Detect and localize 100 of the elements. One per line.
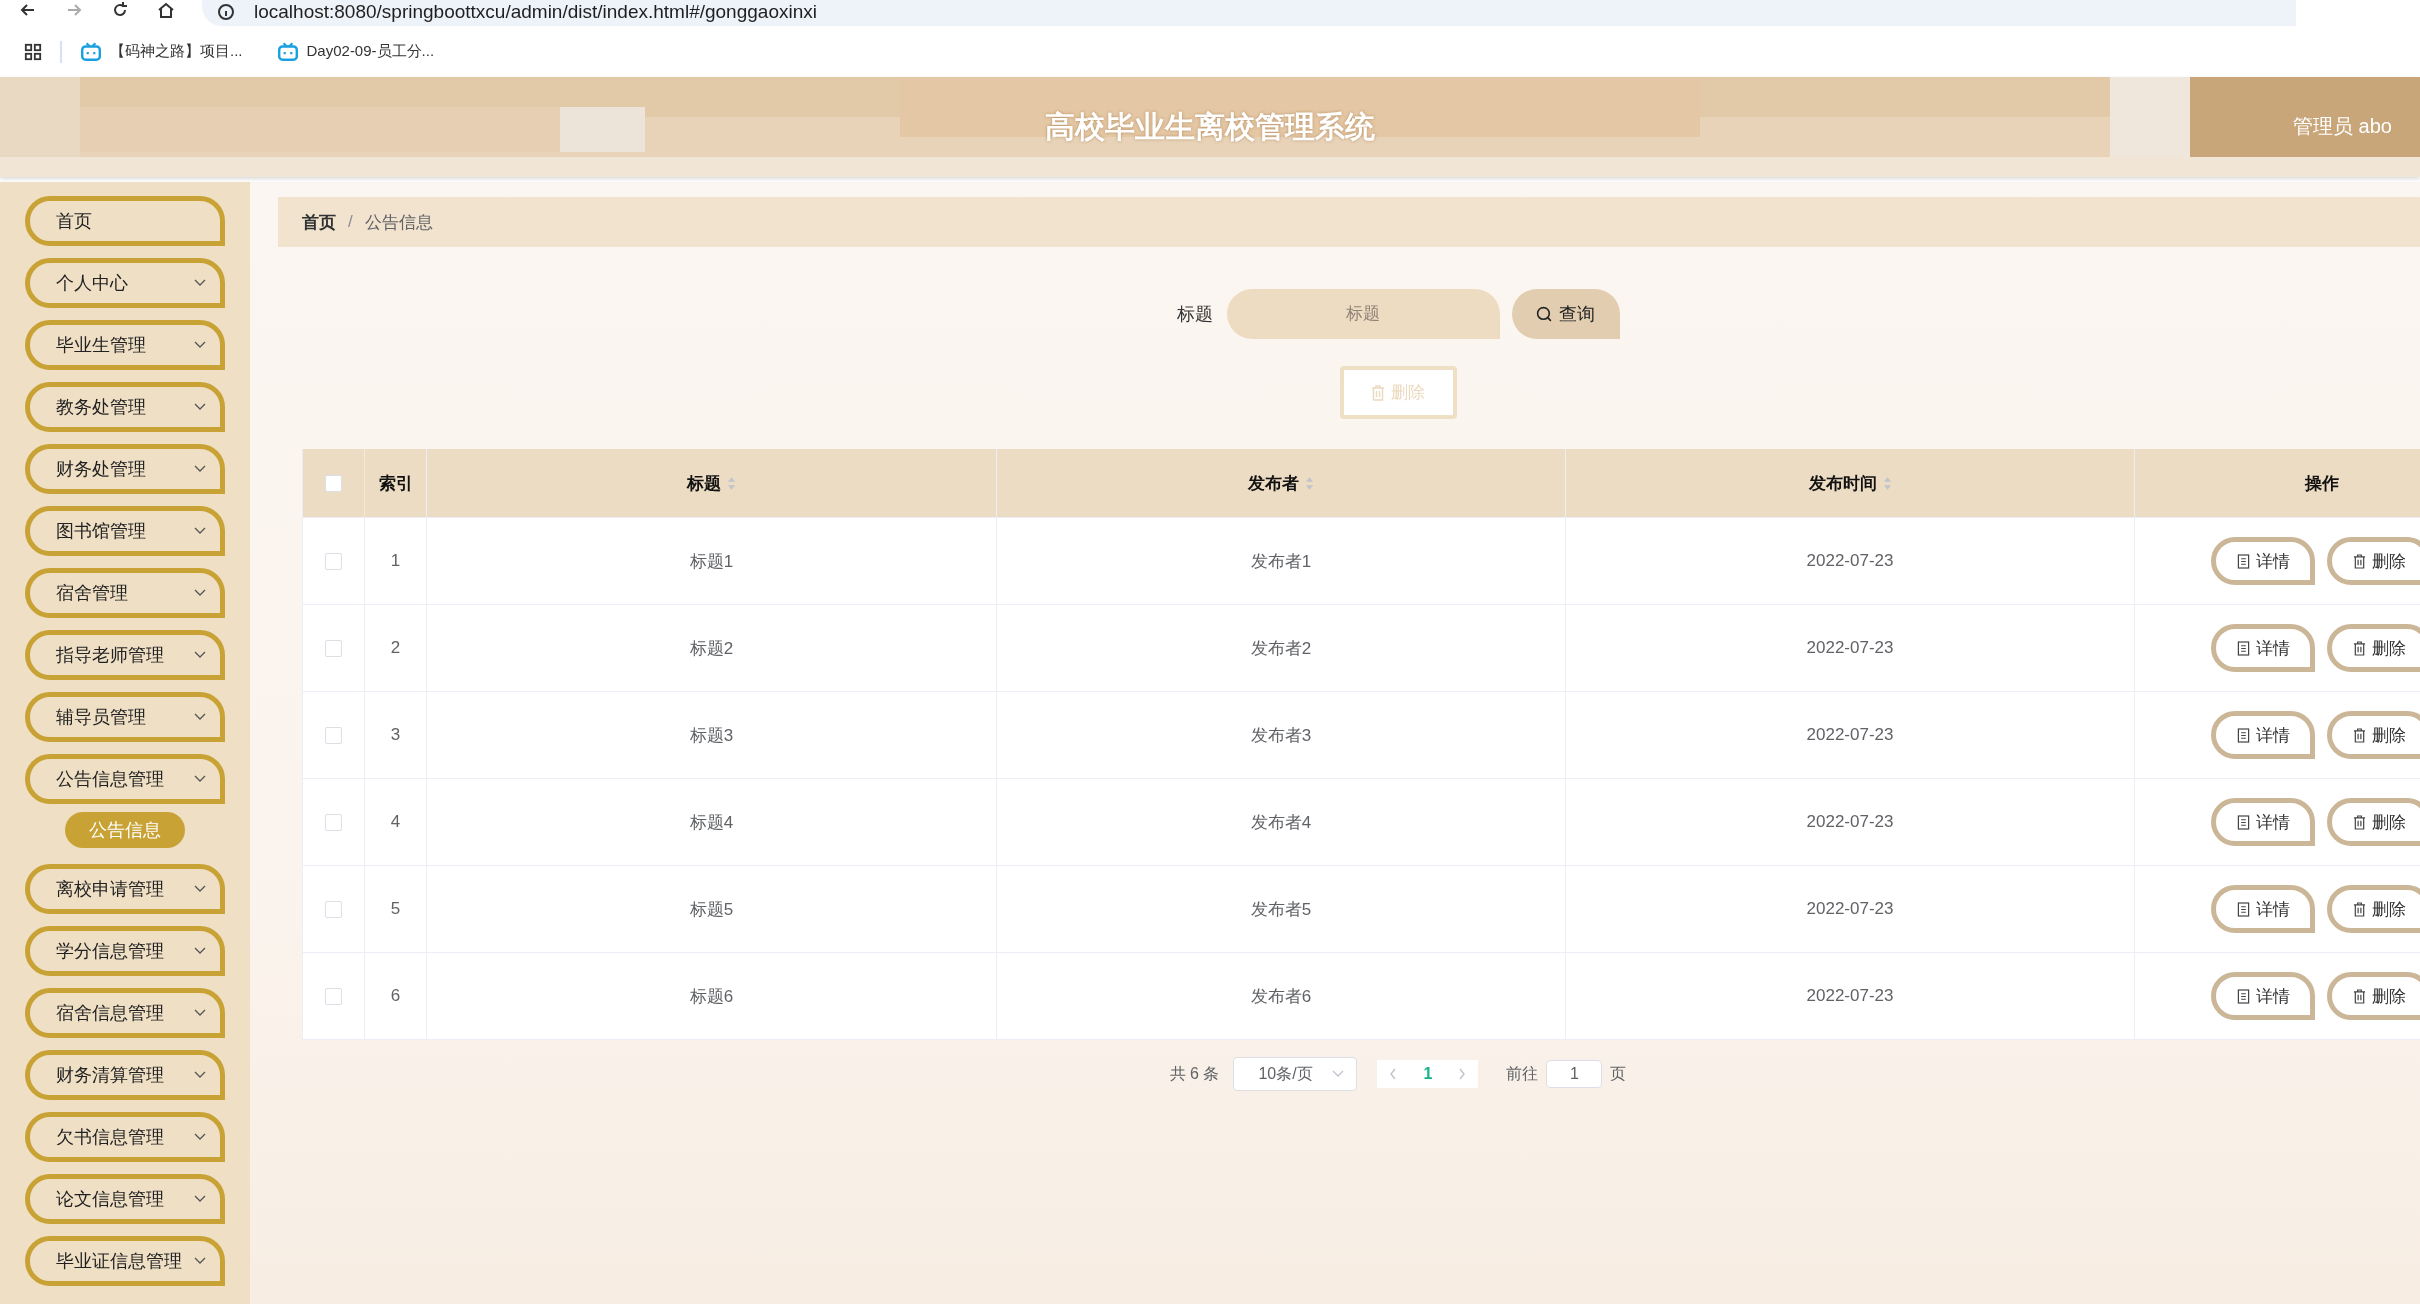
next-page-icon[interactable] [1458, 1068, 1467, 1080]
table-cell-text: 发布者4 [1250, 811, 1312, 834]
search-field[interactable]: 标题 [1226, 289, 1500, 339]
page-input[interactable]: 1 [1546, 1060, 1603, 1088]
chevron-icon [194, 885, 206, 893]
breadcrumb-item[interactable]: 首页 [302, 210, 336, 234]
table-cell-text: 发布者5 [1250, 898, 1312, 921]
chevron-icon [194, 589, 206, 597]
table-cell-text: 标题3 [689, 724, 734, 747]
chevron-icon [194, 947, 206, 955]
table-cell: 2022-07-23 [1806, 986, 1894, 1006]
menu-item[interactable]: 欠书信息管理 [25, 1112, 225, 1162]
delete-row-button[interactable]: 删除 [2327, 798, 2420, 846]
detail-button[interactable]: 详情 [2211, 624, 2315, 672]
trash-icon [2352, 901, 2366, 917]
table-cell: 2022-07-23 [1806, 551, 1894, 571]
search-button[interactable]: 查询 [1511, 289, 1620, 339]
chevron-icon [194, 1257, 206, 1265]
breadcrumb-item: 公告信息 [364, 211, 433, 234]
menu-item[interactable]: 首页 [25, 196, 225, 246]
trash-icon [2352, 814, 2366, 830]
delete-row-button[interactable]: 删除 [2327, 711, 2420, 759]
menu-item[interactable]: 宿舍信息管理 [25, 988, 225, 1038]
chevron-icon [194, 1195, 206, 1203]
row-checkbox[interactable] [325, 639, 342, 657]
row-checkbox[interactable] [325, 552, 342, 570]
detail-button[interactable]: 详情 [2211, 711, 2315, 759]
table-cell-text: 发布者3 [1250, 724, 1312, 747]
menu-item[interactable]: 财务清算管理 [25, 1050, 225, 1100]
table-cell-text: 标题1 [689, 550, 734, 573]
delete-row-button[interactable]: 删除 [2327, 972, 2420, 1020]
detail-button[interactable]: 详情 [2211, 537, 2315, 585]
chevron-icon [194, 341, 206, 349]
document-icon [2236, 553, 2250, 569]
tv-icon [80, 40, 102, 63]
chevron-icon [194, 527, 206, 535]
menu-item[interactable]: 教务处管理 [25, 382, 225, 432]
menu-item[interactable]: 毕业生管理 [25, 320, 225, 370]
chevron-icon [1332, 1070, 1345, 1078]
table-cell: 2022-07-23 [1806, 899, 1894, 919]
document-icon [2236, 901, 2250, 917]
menu-item[interactable]: 图书馆管理 [25, 506, 225, 556]
search-icon [1536, 305, 1553, 323]
column-header: 发布时间 [1808, 472, 1877, 495]
breadcrumb-separator: / [348, 212, 353, 232]
menu-item[interactable]: 指导老师管理 [25, 630, 225, 680]
delete-row-button[interactable]: 删除 [2327, 885, 2420, 933]
document-icon [2236, 988, 2250, 1004]
chevron-icon [194, 1009, 206, 1017]
chevron-icon [194, 279, 206, 287]
menu-item[interactable]: 公告信息管理 [25, 754, 225, 804]
table-cell-text: 标题2 [689, 637, 734, 660]
delete-row-button[interactable]: 删除 [2327, 624, 2420, 672]
detail-button[interactable]: 详情 [2211, 798, 2315, 846]
delete-row-button[interactable]: 删除 [2327, 537, 2420, 585]
select-all-checkbox[interactable] [325, 474, 342, 492]
chevron-icon [194, 1133, 206, 1141]
previous-page-icon[interactable] [1389, 1068, 1398, 1080]
menu-item[interactable]: 论文信息管理 [25, 1174, 225, 1224]
tv-icon [276, 40, 299, 63]
goto-label: 前往 [1506, 1063, 1539, 1084]
home-icon[interactable] [156, 0, 176, 20]
document-icon [2236, 727, 2250, 743]
trash-icon [2352, 553, 2366, 569]
menu-item[interactable]: 学分信息管理 [25, 926, 225, 976]
chevron-icon [194, 775, 206, 783]
bookmark[interactable]: Day02-09-员工分... [276, 40, 435, 63]
row-checkbox[interactable] [325, 987, 342, 1005]
apps-grid-icon[interactable] [24, 42, 42, 61]
trash-icon [2352, 988, 2366, 1004]
chevron-icon [194, 713, 206, 721]
page-suffix: 页 [1610, 1063, 1627, 1084]
detail-button[interactable]: 详情 [2211, 972, 2315, 1020]
page-size-select[interactable]: 10条/页 [1233, 1057, 1358, 1091]
chevron-icon [194, 465, 206, 473]
table-cell-text: 发布者2 [1250, 637, 1312, 660]
menu-item[interactable]: 离校申请管理 [25, 864, 225, 914]
sort-icon[interactable] [1305, 475, 1314, 491]
sort-icon[interactable] [727, 475, 736, 491]
document-icon [2236, 814, 2250, 830]
menu-item[interactable]: 财务处管理 [25, 444, 225, 494]
menu-item[interactable]: 毕业证信息管理 [25, 1236, 225, 1286]
detail-button[interactable]: 详情 [2211, 885, 2315, 933]
column-header: 标题 [687, 472, 721, 495]
document-icon [2236, 640, 2250, 656]
menu-item[interactable]: 个人中心 [25, 258, 225, 308]
row-checkbox[interactable] [325, 726, 342, 744]
menu-item[interactable]: 宿舍管理 [25, 568, 225, 618]
trash-icon [1371, 384, 1385, 401]
bookmark[interactable]: 【码神之路】项目... [80, 40, 243, 63]
trash-icon [2352, 640, 2366, 656]
table-cell: 2022-07-23 [1806, 638, 1894, 658]
user-label: 管理员 abo [2293, 114, 2392, 139]
info-icon [216, 2, 236, 22]
menu-item[interactable]: 辅导员管理 [25, 692, 225, 742]
row-checkbox[interactable] [325, 813, 342, 831]
sort-icon[interactable] [1882, 475, 1892, 491]
row-checkbox[interactable] [325, 900, 342, 918]
column-header: 索引 [378, 472, 413, 495]
address-bar[interactable]: localhost:8080/springboottxcu/admin/dist/index.html#/gonggaoxinxi [202, 0, 2296, 26]
